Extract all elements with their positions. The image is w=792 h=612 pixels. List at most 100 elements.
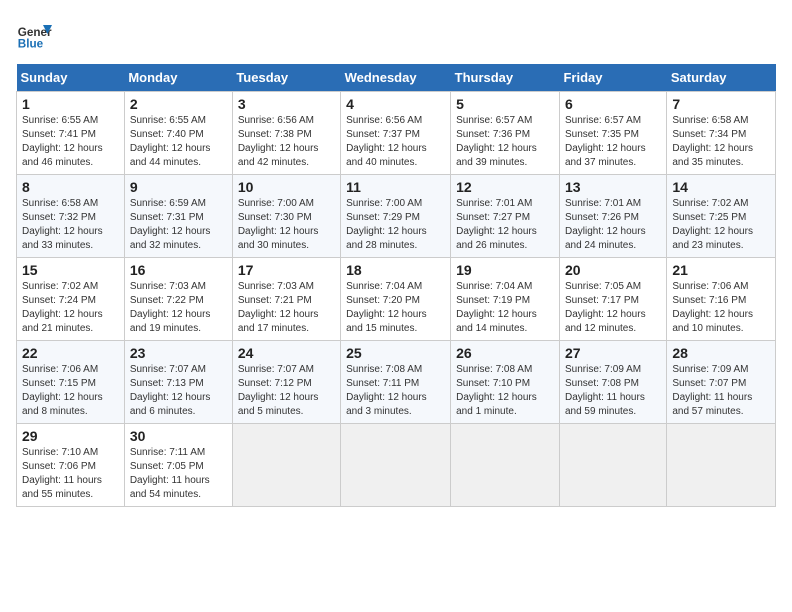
calendar-cell [232,424,340,507]
day-info: Sunrise: 7:07 AM Sunset: 7:13 PM Dayligh… [130,363,227,419]
calendar-cell: 28 Sunrise: 7:09 AM Sunset: 7:07 PM Dayl… [667,341,776,424]
calendar-cell: 26 Sunrise: 7:08 AM Sunset: 7:10 PM Dayl… [451,341,560,424]
day-info: Sunrise: 7:00 AM Sunset: 7:30 PM Dayligh… [238,197,335,253]
calendar-cell: 20 Sunrise: 7:05 AM Sunset: 7:17 PM Dayl… [559,258,666,341]
day-number: 12 [456,179,554,195]
calendar-cell: 9 Sunrise: 6:59 AM Sunset: 7:31 PM Dayli… [124,175,232,258]
calendar-cell: 13 Sunrise: 7:01 AM Sunset: 7:26 PM Dayl… [559,175,666,258]
day-info: Sunrise: 6:56 AM Sunset: 7:37 PM Dayligh… [346,114,445,170]
day-info: Sunrise: 7:03 AM Sunset: 7:21 PM Dayligh… [238,280,335,336]
calendar-cell: 5 Sunrise: 6:57 AM Sunset: 7:36 PM Dayli… [451,92,560,175]
calendar-cell: 18 Sunrise: 7:04 AM Sunset: 7:20 PM Dayl… [341,258,451,341]
day-info: Sunrise: 7:08 AM Sunset: 7:10 PM Dayligh… [456,363,554,419]
day-info: Sunrise: 7:03 AM Sunset: 7:22 PM Dayligh… [130,280,227,336]
calendar-cell: 12 Sunrise: 7:01 AM Sunset: 7:27 PM Dayl… [451,175,560,258]
calendar-cell: 25 Sunrise: 7:08 AM Sunset: 7:11 PM Dayl… [341,341,451,424]
day-number: 24 [238,345,335,361]
day-info: Sunrise: 6:57 AM Sunset: 7:35 PM Dayligh… [565,114,661,170]
day-number: 4 [346,96,445,112]
day-info: Sunrise: 7:06 AM Sunset: 7:16 PM Dayligh… [672,280,770,336]
calendar-cell: 23 Sunrise: 7:07 AM Sunset: 7:13 PM Dayl… [124,341,232,424]
day-number: 5 [456,96,554,112]
calendar-cell [559,424,666,507]
svg-text:Blue: Blue [18,38,44,51]
calendar-week-5: 29 Sunrise: 7:10 AM Sunset: 7:06 PM Dayl… [17,424,776,507]
day-info: Sunrise: 6:55 AM Sunset: 7:40 PM Dayligh… [130,114,227,170]
day-info: Sunrise: 7:02 AM Sunset: 7:25 PM Dayligh… [672,197,770,253]
calendar-cell: 8 Sunrise: 6:58 AM Sunset: 7:32 PM Dayli… [17,175,125,258]
calendar-cell: 16 Sunrise: 7:03 AM Sunset: 7:22 PM Dayl… [124,258,232,341]
day-number: 22 [22,345,119,361]
day-number: 14 [672,179,770,195]
calendar-cell: 4 Sunrise: 6:56 AM Sunset: 7:37 PM Dayli… [341,92,451,175]
calendar-cell [451,424,560,507]
calendar-cell: 14 Sunrise: 7:02 AM Sunset: 7:25 PM Dayl… [667,175,776,258]
calendar-cell [667,424,776,507]
day-info: Sunrise: 7:01 AM Sunset: 7:27 PM Dayligh… [456,197,554,253]
logo-icon: General Blue [16,16,52,52]
page-header: General Blue [16,16,776,52]
calendar-cell: 17 Sunrise: 7:03 AM Sunset: 7:21 PM Dayl… [232,258,340,341]
day-info: Sunrise: 7:10 AM Sunset: 7:06 PM Dayligh… [22,446,119,502]
day-info: Sunrise: 7:07 AM Sunset: 7:12 PM Dayligh… [238,363,335,419]
weekday-header-sunday: Sunday [17,64,125,92]
weekday-header-saturday: Saturday [667,64,776,92]
calendar-cell: 15 Sunrise: 7:02 AM Sunset: 7:24 PM Dayl… [17,258,125,341]
day-number: 17 [238,262,335,278]
day-number: 27 [565,345,661,361]
calendar-cell: 10 Sunrise: 7:00 AM Sunset: 7:30 PM Dayl… [232,175,340,258]
calendar-cell: 24 Sunrise: 7:07 AM Sunset: 7:12 PM Dayl… [232,341,340,424]
day-number: 3 [238,96,335,112]
day-info: Sunrise: 7:01 AM Sunset: 7:26 PM Dayligh… [565,197,661,253]
weekday-header-monday: Monday [124,64,232,92]
calendar-cell [341,424,451,507]
day-number: 25 [346,345,445,361]
day-number: 15 [22,262,119,278]
day-info: Sunrise: 6:55 AM Sunset: 7:41 PM Dayligh… [22,114,119,170]
day-info: Sunrise: 7:04 AM Sunset: 7:19 PM Dayligh… [456,280,554,336]
day-number: 21 [672,262,770,278]
day-number: 7 [672,96,770,112]
day-number: 8 [22,179,119,195]
calendar-cell: 19 Sunrise: 7:04 AM Sunset: 7:19 PM Dayl… [451,258,560,341]
calendar-cell: 6 Sunrise: 6:57 AM Sunset: 7:35 PM Dayli… [559,92,666,175]
calendar-cell: 1 Sunrise: 6:55 AM Sunset: 7:41 PM Dayli… [17,92,125,175]
calendar-cell: 29 Sunrise: 7:10 AM Sunset: 7:06 PM Dayl… [17,424,125,507]
calendar-week-3: 15 Sunrise: 7:02 AM Sunset: 7:24 PM Dayl… [17,258,776,341]
weekday-header-friday: Friday [559,64,666,92]
calendar-cell: 3 Sunrise: 6:56 AM Sunset: 7:38 PM Dayli… [232,92,340,175]
day-info: Sunrise: 7:04 AM Sunset: 7:20 PM Dayligh… [346,280,445,336]
day-number: 26 [456,345,554,361]
calendar-week-2: 8 Sunrise: 6:58 AM Sunset: 7:32 PM Dayli… [17,175,776,258]
day-number: 16 [130,262,227,278]
calendar-cell: 2 Sunrise: 6:55 AM Sunset: 7:40 PM Dayli… [124,92,232,175]
day-number: 20 [565,262,661,278]
weekday-header-tuesday: Tuesday [232,64,340,92]
day-info: Sunrise: 6:56 AM Sunset: 7:38 PM Dayligh… [238,114,335,170]
day-number: 6 [565,96,661,112]
day-number: 2 [130,96,227,112]
day-info: Sunrise: 7:11 AM Sunset: 7:05 PM Dayligh… [130,446,227,502]
day-info: Sunrise: 6:58 AM Sunset: 7:34 PM Dayligh… [672,114,770,170]
day-info: Sunrise: 7:09 AM Sunset: 7:08 PM Dayligh… [565,363,661,419]
day-number: 29 [22,428,119,444]
day-number: 23 [130,345,227,361]
logo: General Blue [16,16,52,52]
day-info: Sunrise: 6:59 AM Sunset: 7:31 PM Dayligh… [130,197,227,253]
calendar-week-1: 1 Sunrise: 6:55 AM Sunset: 7:41 PM Dayli… [17,92,776,175]
day-info: Sunrise: 7:06 AM Sunset: 7:15 PM Dayligh… [22,363,119,419]
calendar-cell: 7 Sunrise: 6:58 AM Sunset: 7:34 PM Dayli… [667,92,776,175]
day-number: 10 [238,179,335,195]
calendar-cell: 27 Sunrise: 7:09 AM Sunset: 7:08 PM Dayl… [559,341,666,424]
day-number: 1 [22,96,119,112]
day-number: 18 [346,262,445,278]
calendar-cell: 21 Sunrise: 7:06 AM Sunset: 7:16 PM Dayl… [667,258,776,341]
day-info: Sunrise: 7:02 AM Sunset: 7:24 PM Dayligh… [22,280,119,336]
day-info: Sunrise: 6:57 AM Sunset: 7:36 PM Dayligh… [456,114,554,170]
weekday-header-row: SundayMondayTuesdayWednesdayThursdayFrid… [17,64,776,92]
day-number: 28 [672,345,770,361]
day-number: 30 [130,428,227,444]
calendar-week-4: 22 Sunrise: 7:06 AM Sunset: 7:15 PM Dayl… [17,341,776,424]
calendar-table: SundayMondayTuesdayWednesdayThursdayFrid… [16,64,776,507]
calendar-cell: 11 Sunrise: 7:00 AM Sunset: 7:29 PM Dayl… [341,175,451,258]
